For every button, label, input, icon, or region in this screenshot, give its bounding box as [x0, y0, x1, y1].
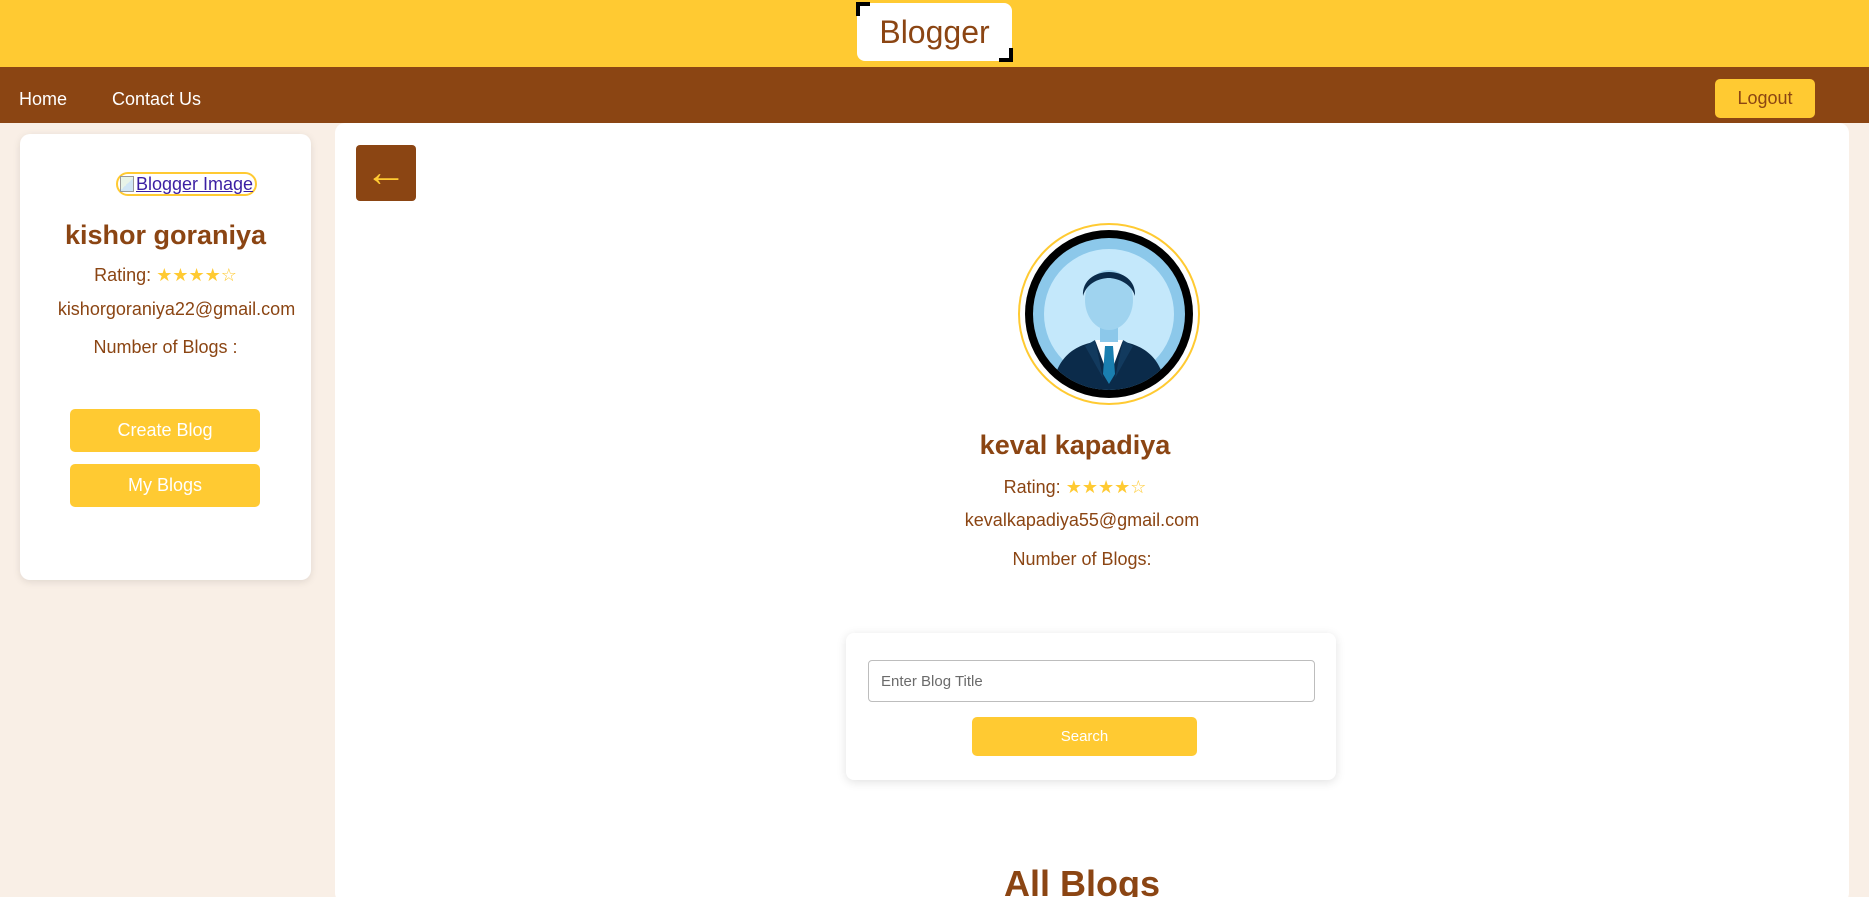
search-card: Search	[846, 633, 1336, 780]
profile-email: kevalkapadiya55@gmail.com	[964, 510, 1200, 530]
star-rating-icon: ★★★★☆	[156, 265, 237, 285]
all-blogs-heading: All Blogs	[1003, 863, 1160, 897]
profile-rating: Rating: ★★★★☆	[335, 477, 1815, 498]
rating-label: Rating:	[94, 265, 152, 285]
nav-bar: Home Contact Us Logout	[0, 67, 1869, 123]
main-panel: ← keval kapadiya Rating: ★★★★☆ kevalkapa…	[335, 123, 1849, 897]
top-header: Blogger	[0, 0, 1869, 67]
nav-home-link[interactable]: Home	[19, 67, 67, 123]
profile-blog-count: Number of Blogs:	[1012, 549, 1152, 569]
back-arrow-button[interactable]: ←	[356, 145, 416, 201]
back-arrow-icon: ←	[365, 148, 407, 195]
nav-contact-link[interactable]: Contact Us	[112, 67, 201, 123]
blogger-email: kishorgoraniya22@gmail.com	[57, 299, 296, 319]
my-blogs-button[interactable]: My Blogs	[70, 464, 260, 507]
blogger-image-link[interactable]: Blogger Image	[116, 172, 258, 196]
brand-title: Blogger	[879, 13, 990, 50]
create-blog-button[interactable]: Create Blog	[70, 409, 260, 452]
person-avatar-icon	[1025, 230, 1193, 398]
search-button[interactable]: Search	[972, 717, 1197, 756]
rating-label: Rating:	[1003, 477, 1061, 497]
focus-corner-top-left	[856, 2, 870, 16]
blogger-image-alt: Blogger Image	[136, 174, 254, 194]
star-rating-icon: ★★★★☆	[1065, 477, 1147, 497]
brand-logo[interactable]: Blogger	[856, 2, 1013, 62]
blogger-blog-count: Number of Blogs :	[93, 337, 238, 357]
profile-name: keval kapadiya	[979, 430, 1171, 460]
focus-corner-bottom-right	[999, 48, 1013, 62]
broken-image-icon	[120, 176, 134, 192]
profile-avatar	[1018, 223, 1200, 405]
blogger-name: kishor goraniya	[64, 220, 267, 250]
blog-title-search-input[interactable]	[868, 660, 1315, 702]
blogger-sidebar-card: Blogger Image kishor goraniya Rating: ★★…	[20, 134, 311, 580]
blogger-rating: Rating: ★★★★☆	[20, 265, 311, 286]
logout-button[interactable]: Logout	[1715, 79, 1815, 118]
